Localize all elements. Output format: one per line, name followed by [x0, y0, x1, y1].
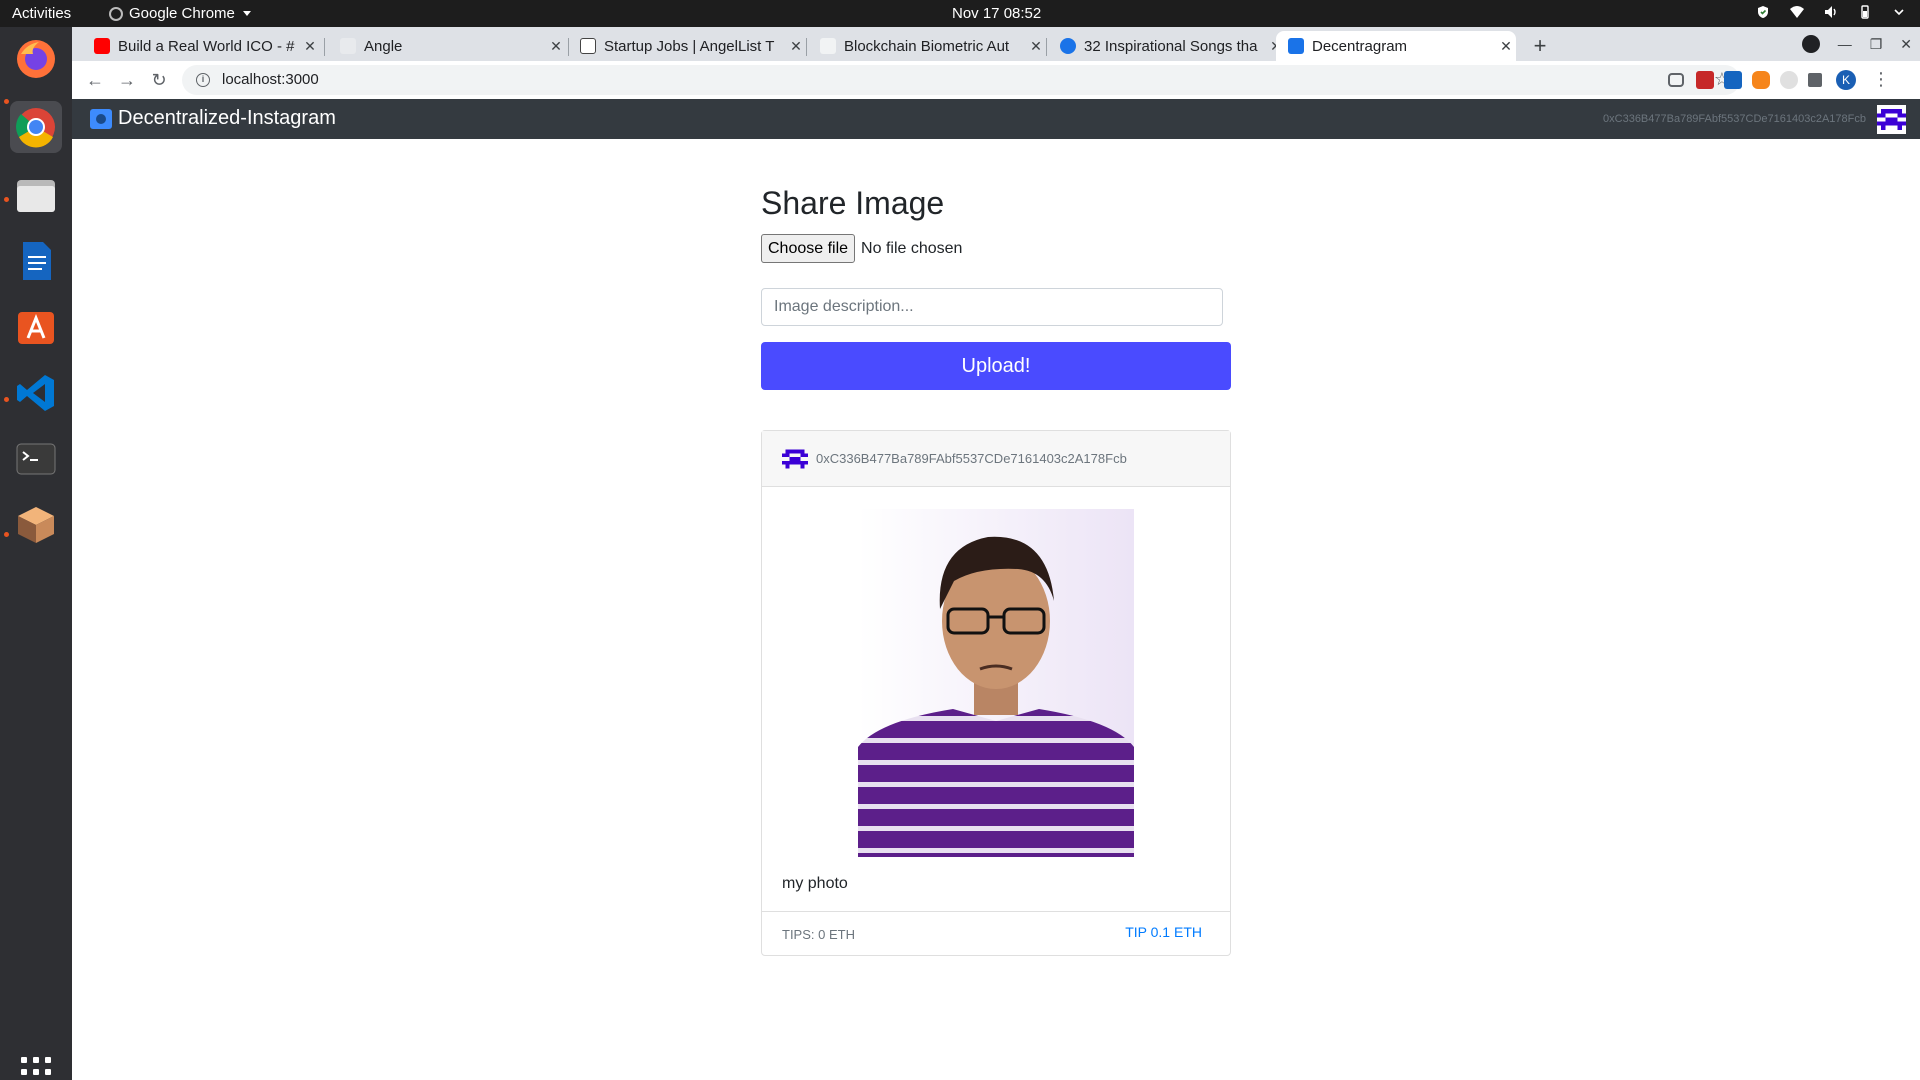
file-input[interactable]: Choose file No file chosen	[761, 234, 1231, 263]
chrome-icon[interactable]	[10, 101, 62, 153]
profile-avatar[interactable]: K	[1836, 70, 1856, 90]
show-applications-icon[interactable]	[21, 1057, 51, 1080]
brand-link[interactable]: Decentralized-Instagram	[90, 107, 336, 130]
youtube-icon	[94, 38, 110, 54]
minimize-icon[interactable]: —	[1838, 36, 1852, 52]
close-icon[interactable]: ✕	[1496, 38, 1516, 55]
tab-label: Decentragram	[1312, 37, 1408, 55]
post-card: 0xC336B477Ba789FAbf5537CDe7161403c2A178F…	[761, 430, 1231, 956]
tip-button[interactable]: TIP 0.1 ETH	[1125, 924, 1202, 940]
close-icon[interactable]: ✕	[546, 38, 566, 55]
caret-down-icon	[242, 11, 251, 16]
browser-toolbar: ← → ↻ i localhost:3000 ☆ K ⋮	[72, 61, 1920, 99]
close-icon[interactable]: ✕	[1026, 38, 1046, 55]
browser-window: Build a Real World ICO - # ✕ Angle ✕ Sta…	[72, 27, 1920, 140]
angle-icon	[340, 38, 356, 54]
page-title: Share Image	[761, 185, 945, 221]
tab-decentragram[interactable]: Decentragram ✕	[1276, 31, 1516, 61]
metamask-icon[interactable]	[1752, 71, 1770, 89]
account-address: 0xC336B477Ba789FAbf5537CDe7161403c2A178F…	[1603, 113, 1866, 125]
window-controls: — ❐ ✕	[1801, 35, 1912, 53]
upload-button[interactable]: Upload!	[761, 342, 1231, 390]
files-icon[interactable]	[10, 169, 62, 221]
post-header: 0xC336B477Ba789FAbf5537CDe7161403c2A178F…	[762, 431, 1230, 487]
author-identicon	[782, 445, 808, 472]
tab-angellist[interactable]: Startup Jobs | AngelList T ✕	[568, 31, 806, 61]
tab-label: Blockchain Biometric Aut	[844, 37, 1010, 55]
firefox-icon[interactable]	[10, 33, 62, 85]
shield-icon[interactable]	[1756, 5, 1770, 19]
power-menu-icon[interactable]	[1892, 5, 1906, 19]
post-image-container	[762, 487, 1230, 857]
camera-icon	[90, 108, 112, 129]
volume-icon[interactable]	[1824, 5, 1838, 19]
decentragram-favicon-icon	[1288, 38, 1304, 54]
app-menu[interactable]: Google Chrome	[109, 5, 251, 22]
tips-amount: TIPS: 0 ETH	[782, 927, 855, 942]
window-close-icon[interactable]: ✕	[1900, 36, 1912, 53]
account-identicon	[1877, 105, 1906, 134]
tab-angle[interactable]: Angle ✕	[328, 31, 566, 61]
angellist-icon	[580, 38, 596, 54]
site-info-icon[interactable]: i	[196, 73, 210, 87]
chrome-small-icon	[109, 6, 123, 21]
web-icon	[820, 38, 836, 54]
back-icon[interactable]: ←	[84, 69, 106, 91]
tab-label: Angle	[364, 37, 403, 55]
dock	[0, 27, 72, 1080]
author-address: 0xC336B477Ba789FAbf5537CDe7161403c2A178F…	[816, 451, 1127, 466]
system-tray[interactable]	[1756, 5, 1906, 19]
close-icon[interactable]: ✕	[300, 38, 320, 55]
post-caption: my photo	[782, 875, 848, 892]
close-icon[interactable]: ✕	[786, 38, 806, 55]
extensions-puzzle-icon[interactable]	[1808, 73, 1822, 87]
tab-youtube[interactable]: Build a Real World ICO - # ✕	[82, 31, 320, 61]
screenshot-extension-icon[interactable]	[1668, 73, 1684, 87]
extension-blue-icon[interactable]	[1724, 71, 1742, 89]
new-tab-button[interactable]: +	[1528, 35, 1552, 59]
url-text: localhost:3000	[222, 71, 319, 88]
share-image-section: Share Image Choose file No file chosen U…	[761, 185, 1231, 956]
menu-kebab-icon[interactable]: ⋮	[1872, 69, 1890, 90]
activities-button[interactable]: Activities	[12, 5, 71, 22]
post-image	[858, 509, 1134, 857]
terminal-icon[interactable]	[10, 433, 62, 485]
package-icon[interactable]	[10, 499, 62, 551]
tab-search-icon[interactable]	[1801, 35, 1820, 53]
brand-name: Decentralized-Instagram	[118, 107, 336, 129]
battery-icon[interactable]	[1858, 5, 1872, 19]
extension-red-icon[interactable]	[1696, 71, 1714, 89]
tab-blockchain-biometric[interactable]: Blockchain Biometric Aut ✕	[808, 31, 1046, 61]
post-footer: TIPS: 0 ETH TIP 0.1 ETH	[762, 911, 1230, 955]
choose-file-button[interactable]: Choose file	[761, 234, 856, 263]
app-menu-label: Google Chrome	[129, 5, 235, 22]
tab-inspirational-songs[interactable]: 32 Inspirational Songs tha ✕	[1048, 31, 1286, 61]
wifi-icon[interactable]	[1790, 5, 1804, 19]
software-icon[interactable]	[10, 301, 62, 353]
tab-label: 32 Inspirational Songs tha	[1084, 37, 1258, 55]
extension-grey-icon[interactable]	[1780, 71, 1798, 89]
address-bar[interactable]: i localhost:3000 ☆	[182, 65, 1740, 95]
tab-strip: Build a Real World ICO - # ✕ Angle ✕ Sta…	[72, 27, 1920, 61]
writer-icon[interactable]	[10, 235, 62, 287]
tab-label: Startup Jobs | AngelList T	[604, 37, 775, 55]
file-status: No file chosen	[861, 239, 963, 257]
forward-icon[interactable]: →	[116, 69, 138, 91]
app-navbar: Decentralized-Instagram 0xC336B477Ba789F…	[72, 99, 1920, 139]
tab-label: Build a Real World ICO - #	[118, 37, 295, 55]
maximize-icon[interactable]: ❐	[1870, 36, 1883, 53]
reload-icon[interactable]: ↻	[148, 69, 170, 91]
system-top-bar: Activities Google Chrome Nov 17 08:52	[0, 0, 1920, 27]
songs-site-icon	[1060, 38, 1076, 54]
clock[interactable]: Nov 17 08:52	[952, 5, 1041, 22]
image-description-input[interactable]	[761, 288, 1223, 326]
vscode-icon[interactable]	[10, 367, 62, 419]
